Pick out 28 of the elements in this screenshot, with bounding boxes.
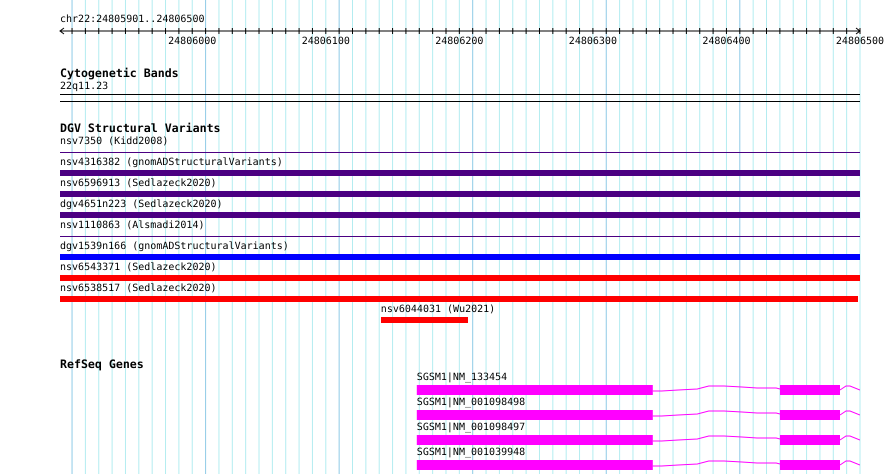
track-title: DGV Structural Variants [60,122,221,135]
gene-label: SGSM1|NM_001098497 [416,421,526,434]
variant-label: nsv1110863 (Alsmadi2014) [60,219,204,232]
variant-label: nsv6596913 (Sedlazeck2020) [60,177,217,190]
gene-label: SGSM1|NM_001039948 [416,446,526,459]
exon-bar [780,385,840,395]
variant-label: nsv6044031 (Wu2021) [380,303,496,316]
exon-bar [780,435,840,445]
variant-label: nsv6538517 (Sedlazeck2020) [60,282,217,295]
gene-label: SGSM1|NM_001098498 [416,396,526,409]
variant-label: nsv6543371 (Sedlazeck2020) [60,261,217,274]
tick-label: 24806100 [302,36,350,47]
exon-bar [780,410,840,420]
exon-bar [780,460,840,470]
tick-label: 24806400 [702,36,751,47]
variant-label: dgv1539n166 (gnomADStructuralVariants) [60,240,289,253]
tick-label: 24806500 [836,36,884,47]
tick-label: 24806300 [568,36,617,47]
gene-label: SGSM1|NM_133454 [416,371,508,384]
band-label: 22q11.23 [60,80,108,93]
variant-label: nsv7350 (Kidd2008) [60,135,168,148]
region-label: chr22:24805901..24806500 [60,13,204,26]
tick-label: 24806200 [435,36,484,47]
tick-label: 24806000 [168,36,216,47]
track-title: RefSeq Genes [60,358,144,371]
track-title: Cytogenetic Bands [60,67,179,80]
variant-label: nsv4316382 (gnomADStructuralVariants) [60,156,283,169]
variant-label: dgv4651n223 (Sedlazeck2020) [60,198,223,211]
